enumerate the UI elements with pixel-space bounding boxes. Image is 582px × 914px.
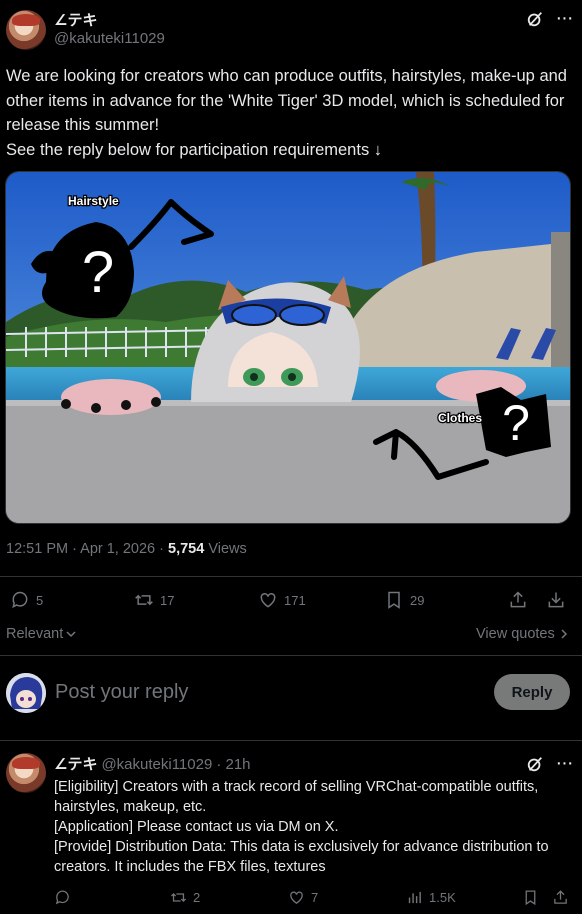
download-icon	[548, 592, 564, 608]
divider	[0, 576, 582, 577]
reply-actions: 2 7 1.5K	[0, 889, 582, 911]
share-button[interactable]	[552, 889, 569, 906]
sort-dropdown[interactable]: Relevant	[6, 626, 77, 642]
reply-submit-button[interactable]: Reply	[494, 674, 570, 710]
repost-icon	[135, 594, 153, 606]
bookmark-icon	[525, 890, 536, 906]
timestamp[interactable]: 12:51 PM · Apr 1, 2026 ·	[6, 541, 168, 557]
reply-button[interactable]	[54, 889, 77, 906]
post-text: We are looking for creators who can prod…	[6, 64, 572, 162]
chevron-down-icon	[66, 631, 76, 638]
user-handle[interactable]: @kakuteki11029	[101, 756, 212, 773]
share-button[interactable]	[508, 590, 528, 610]
like-count: 171	[284, 592, 306, 608]
more-icon[interactable]: ···	[553, 753, 575, 775]
chevron-right-icon	[561, 629, 567, 639]
views-count: 1.5K	[429, 890, 456, 905]
reply-count: 5	[36, 592, 44, 608]
bookmark-button[interactable]	[522, 889, 539, 906]
hair-label: Hairstyle	[68, 194, 119, 208]
post-text-line: See the reply below for participation re…	[6, 140, 383, 159]
repost-icon	[170, 893, 187, 902]
view-quotes-label: View quotes	[476, 626, 555, 642]
views-count: 5,754	[168, 541, 205, 557]
main-post: ∠テキ @kakuteki11029 ··· We are looking fo…	[0, 0, 582, 655]
views-label: Views	[204, 541, 247, 557]
post-actions: 5 17 171 29	[0, 590, 582, 618]
grok-icon[interactable]	[526, 10, 544, 28]
grok-icon[interactable]	[526, 755, 544, 773]
bookmark-icon	[388, 591, 400, 609]
reply-input[interactable]: Post your reply	[55, 681, 188, 704]
bookmark-count: 29	[410, 592, 425, 608]
reply-text-line: [Eligibility] Creators with a track reco…	[54, 779, 539, 815]
like-count: 7	[311, 890, 319, 905]
repost-count: 2	[193, 890, 201, 905]
reply-post: ∠テキ @kakuteki11029 · 21h ··· [Eligibilit…	[0, 740, 582, 914]
reply-icon	[12, 591, 28, 609]
reply-composer: Post your reply Reply	[0, 655, 582, 740]
clothes-label: Clothes	[438, 411, 482, 425]
avatar[interactable]	[6, 753, 46, 793]
display-name[interactable]: ∠テキ	[54, 9, 97, 30]
post-text-line: We are looking for creators who can prod…	[6, 67, 567, 134]
like-button[interactable]: 7	[288, 889, 318, 906]
reply-header: ∠テキ @kakuteki11029 · 21h	[54, 753, 251, 774]
reply-text-line: [Provide] Distribution Data: This data i…	[54, 839, 549, 875]
reply-time[interactable]: · 21h	[216, 756, 250, 773]
bookmark-button[interactable]: 29	[384, 590, 424, 610]
reply-text-line: [Application] Please contact us via DM o…	[54, 819, 339, 835]
repost-button[interactable]: 2	[170, 889, 200, 906]
post-image[interactable]: ? ? Hairstyle Clothes	[5, 171, 571, 524]
views-button[interactable]: 1.5K	[406, 889, 456, 906]
download-button[interactable]	[546, 590, 566, 610]
like-icon	[290, 891, 303, 904]
reply-text: [Eligibility] Creators with a track reco…	[54, 777, 574, 877]
share-icon	[510, 591, 526, 608]
repost-count: 17	[160, 592, 175, 608]
share-icon	[554, 890, 567, 904]
like-button[interactable]: 171	[258, 590, 306, 610]
avatar[interactable]	[6, 673, 46, 713]
post-meta: 12:51 PM · Apr 1, 2026 · 5,754 Views	[6, 541, 247, 557]
repost-button[interactable]: 17	[134, 590, 174, 610]
more-icon[interactable]: ···	[553, 8, 575, 30]
svg-text:?: ?	[502, 395, 530, 451]
analytics-icon	[408, 891, 421, 904]
view-quotes-link[interactable]: View quotes	[476, 626, 569, 642]
sort-label: Relevant	[6, 626, 64, 642]
svg-text:?: ?	[82, 240, 114, 305]
display-name[interactable]: ∠テキ	[54, 753, 97, 774]
user-handle[interactable]: @kakuteki11029	[54, 30, 165, 47]
like-icon	[260, 592, 276, 608]
reply-icon	[55, 890, 69, 905]
avatar[interactable]	[6, 10, 46, 50]
reply-button[interactable]: 5	[10, 590, 43, 610]
